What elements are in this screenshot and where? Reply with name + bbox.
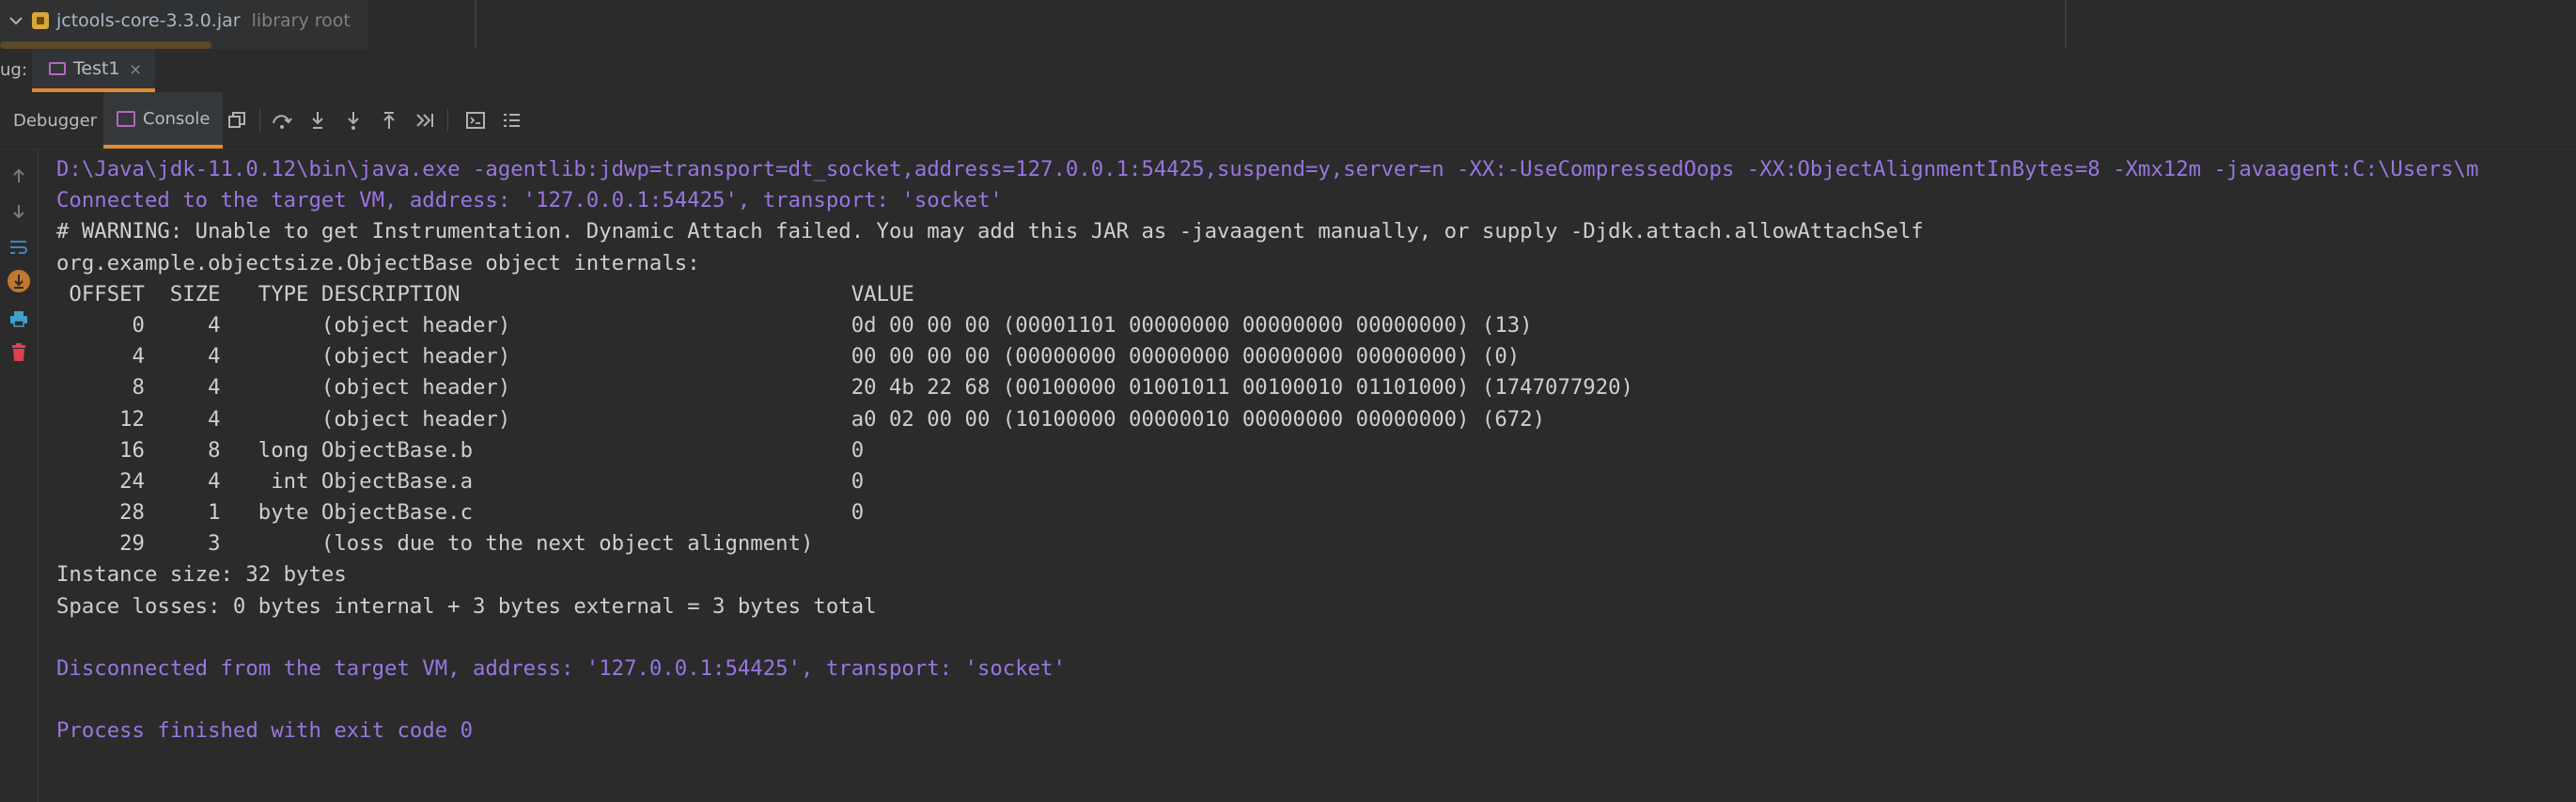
console-line: 28 1 byte ObjectBase.c 0	[56, 500, 865, 526]
horizontal-scrollbar[interactable]	[0, 41, 211, 49]
pane-divider[interactable]	[2065, 0, 2067, 49]
tree-item-hint: library root	[251, 10, 351, 31]
up-arrow-icon[interactable]	[4, 161, 34, 191]
pane-divider[interactable]	[475, 0, 476, 49]
jar-archive-icon	[32, 12, 49, 29]
restore-layout-icon[interactable]	[222, 105, 252, 135]
print-icon[interactable]	[4, 304, 34, 334]
trace-icon[interactable]	[496, 105, 526, 135]
console-line: 0 4 (object header) 0d 00 00 00 (0000110…	[56, 312, 1533, 338]
debug-tab-bar: ug: Test1 ×	[0, 49, 2576, 93]
tab-debugger-label: Debugger	[13, 110, 98, 131]
chevron-down-icon[interactable]	[6, 10, 26, 31]
evaluate-icon[interactable]	[461, 105, 491, 135]
console-line: 12 4 (object header) a0 02 00 00 (101000…	[56, 406, 1546, 432]
debug-label: ug:	[0, 60, 27, 80]
console-line: 24 4 int ObjectBase.a 0	[56, 468, 865, 494]
tree-item-jctools[interactable]: jctools-core-3.3.0.jar library root	[0, 6, 351, 36]
console-icon	[117, 110, 135, 127]
console-line: 16 8 long ObjectBase.b 0	[56, 437, 865, 463]
console-line: 29 3 (loss due to the next object alignm…	[56, 531, 814, 557]
clear-all-icon[interactable]	[4, 338, 34, 368]
close-icon[interactable]: ×	[130, 60, 142, 78]
toolbar-separator	[259, 109, 260, 132]
console-line: Instance size: 32 bytes	[56, 562, 347, 588]
project-tree-pane: jctools-core-3.3.0.jar library root	[0, 0, 368, 49]
run-config-icon	[49, 62, 66, 75]
step-over-icon[interactable]	[267, 105, 297, 135]
step-out-icon[interactable]	[374, 105, 404, 135]
soft-wrap-icon[interactable]	[4, 232, 34, 262]
debug-toolbar: Debugger Console	[0, 92, 2576, 149]
tab-console[interactable]: Console	[103, 92, 224, 149]
console-line: 4 4 (object header) 00 00 00 00 (0000000…	[56, 344, 1521, 370]
step-into-icon[interactable]	[303, 105, 333, 135]
console-line: Connected to the target VM, address: '12…	[56, 188, 1003, 213]
project-tree-strip: jctools-core-3.3.0.jar library root	[0, 0, 2576, 49]
scroll-to-end-icon[interactable]	[4, 266, 34, 296]
session-tab-label: Test1	[73, 58, 120, 79]
console-line: 8 4 (object header) 20 4b 22 68 (0010000…	[56, 375, 1633, 401]
toolbar-separator	[447, 109, 448, 132]
tab-test1[interactable]: Test1 ×	[32, 49, 155, 92]
tree-item-name: jctools-core-3.3.0.jar	[56, 10, 241, 31]
console-line: Process finished with exit code 0	[56, 718, 473, 744]
console-line: # WARNING: Unable to get Instrumentation…	[56, 219, 1924, 244]
down-arrow-icon[interactable]	[4, 197, 34, 227]
console-line: OFFSET SIZE TYPE DESCRIPTION VALUE	[56, 281, 914, 307]
console-line: Disconnected from the target VM, address…	[56, 656, 1066, 681]
tab-console-label: Console	[143, 108, 211, 129]
console-line: D:\Java\jdk-11.0.12\bin\java.exe -agentl…	[56, 157, 2479, 181]
run-to-cursor-icon[interactable]	[410, 105, 440, 135]
tab-debugger[interactable]: Debugger	[13, 92, 97, 149]
console-line: Space losses: 0 bytes internal + 3 bytes…	[56, 593, 877, 619]
console-output[interactable]: D:\Java\jdk-11.0.12\bin\java.exe -agentl…	[56, 154, 2576, 802]
force-step-into-icon[interactable]	[338, 105, 368, 135]
console-gutter	[0, 149, 39, 802]
console-line: org.example.objectsize.ObjectBase object…	[56, 250, 700, 275]
